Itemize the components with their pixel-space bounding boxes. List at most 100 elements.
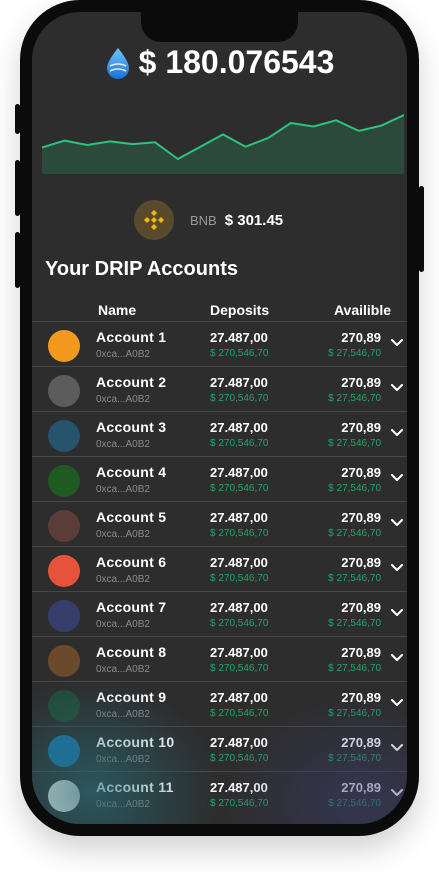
available-usd: $ 27,546,70 [328, 438, 381, 449]
accounts-list: Account 1 0xca...A0B2 27.487,00 $ 270,54… [32, 321, 407, 816]
available-value: 270,89 [341, 330, 381, 345]
account-address: 0xca...A0B2 [96, 709, 150, 720]
account-avatar [48, 375, 80, 407]
account-address: 0xca...A0B2 [96, 754, 150, 765]
chevron-down-icon[interactable] [391, 789, 403, 797]
available-value: 270,89 [341, 780, 381, 795]
deposit-value: 27.487,00 [210, 645, 268, 660]
deposit-usd: $ 270,546,70 [210, 708, 269, 719]
account-avatar [48, 780, 80, 812]
account-name: Account 11 [96, 779, 174, 795]
chevron-down-icon[interactable] [391, 609, 403, 617]
account-avatar [48, 555, 80, 587]
account-avatar [48, 330, 80, 362]
deposit-value: 27.487,00 [210, 330, 268, 345]
account-address: 0xca...A0B2 [96, 619, 150, 630]
account-row[interactable]: Account 4 0xca...A0B2 27.487,00 $ 270,54… [32, 456, 407, 501]
available-usd: $ 27,546,70 [328, 663, 381, 674]
available-value: 270,89 [341, 555, 381, 570]
account-address: 0xca...A0B2 [96, 799, 150, 810]
deposit-value: 27.487,00 [210, 420, 268, 435]
deposit-usd: $ 270,546,70 [210, 393, 269, 404]
deposit-value: 27.487,00 [210, 555, 268, 570]
phone-frame: $ 180.076543 BNB $ 301.45 Your DRIP Acco… [20, 0, 419, 836]
side-button [15, 104, 20, 134]
available-usd: $ 27,546,70 [328, 618, 381, 629]
available-usd: $ 27,546,70 [328, 708, 381, 719]
notch [141, 12, 298, 42]
available-value: 270,89 [341, 690, 381, 705]
balance-chart [42, 114, 404, 174]
deposit-usd: $ 270,546,70 [210, 483, 269, 494]
account-avatar [48, 690, 80, 722]
account-row[interactable]: Account 5 0xca...A0B2 27.487,00 $ 270,54… [32, 501, 407, 546]
deposit-usd: $ 270,546,70 [210, 573, 269, 584]
volume-up-button [15, 160, 20, 216]
account-avatar [48, 600, 80, 632]
chevron-down-icon[interactable] [391, 564, 403, 572]
chevron-down-icon[interactable] [391, 519, 403, 527]
deposit-value: 27.487,00 [210, 465, 268, 480]
account-address: 0xca...A0B2 [96, 664, 150, 675]
available-usd: $ 27,546,70 [328, 528, 381, 539]
available-value: 270,89 [341, 420, 381, 435]
account-row[interactable]: Account 9 0xca...A0B2 27.487,00 $ 270,54… [32, 681, 407, 726]
bnb-icon [134, 200, 174, 240]
chevron-down-icon[interactable] [391, 474, 403, 482]
account-name: Account 8 [96, 644, 167, 660]
available-value: 270,89 [341, 645, 381, 660]
account-row[interactable]: Account 1 0xca...A0B2 27.487,00 $ 270,54… [32, 321, 407, 366]
account-avatar [48, 465, 80, 497]
bnb-price-row: BNB $ 301.45 [134, 200, 283, 240]
chevron-down-icon[interactable] [391, 699, 403, 707]
available-value: 270,89 [341, 600, 381, 615]
available-usd: $ 27,546,70 [328, 393, 381, 404]
power-button [419, 186, 424, 272]
deposit-value: 27.487,00 [210, 375, 268, 390]
account-row[interactable]: Account 8 0xca...A0B2 27.487,00 $ 270,54… [32, 636, 407, 681]
account-row[interactable]: Account 6 0xca...A0B2 27.487,00 $ 270,54… [32, 546, 407, 591]
account-avatar [48, 510, 80, 542]
deposit-usd: $ 270,546,70 [210, 348, 269, 359]
account-name: Account 5 [96, 509, 167, 525]
deposit-usd: $ 270,546,70 [210, 438, 269, 449]
account-row[interactable]: Account 2 0xca...A0B2 27.487,00 $ 270,54… [32, 366, 407, 411]
available-usd: $ 27,546,70 [328, 753, 381, 764]
column-headers: Name Deposits Availible [32, 302, 407, 322]
account-avatar [48, 645, 80, 677]
app-screen: $ 180.076543 BNB $ 301.45 Your DRIP Acco… [32, 12, 407, 824]
account-address: 0xca...A0B2 [96, 484, 150, 495]
available-usd: $ 27,546,70 [328, 798, 381, 809]
available-value: 270,89 [341, 465, 381, 480]
account-row[interactable]: Account 11 0xca...A0B2 27.487,00 $ 270,5… [32, 771, 407, 816]
deposit-value: 27.487,00 [210, 735, 268, 750]
chevron-down-icon[interactable] [391, 429, 403, 437]
chevron-down-icon[interactable] [391, 654, 403, 662]
account-name: Account 3 [96, 419, 167, 435]
account-name: Account 9 [96, 689, 167, 705]
available-usd: $ 27,546,70 [328, 483, 381, 494]
account-avatar [48, 420, 80, 452]
deposit-value: 27.487,00 [210, 780, 268, 795]
account-row[interactable]: Account 10 0xca...A0B2 27.487,00 $ 270,5… [32, 726, 407, 771]
chevron-down-icon[interactable] [391, 384, 403, 392]
deposit-usd: $ 270,546,70 [210, 798, 269, 809]
account-address: 0xca...A0B2 [96, 529, 150, 540]
balance-amount: $ 180.076543 [138, 44, 335, 80]
deposit-value: 27.487,00 [210, 600, 268, 615]
bnb-label: BNB [190, 212, 217, 228]
account-row[interactable]: Account 3 0xca...A0B2 27.487,00 $ 270,54… [32, 411, 407, 456]
balance-header: $ 180.076543 [32, 44, 407, 81]
column-deposits: Deposits [210, 302, 270, 318]
account-address: 0xca...A0B2 [96, 439, 150, 450]
available-usd: $ 27,546,70 [328, 348, 381, 359]
column-name: Name [98, 302, 137, 318]
account-address: 0xca...A0B2 [96, 574, 150, 585]
available-value: 270,89 [341, 375, 381, 390]
bnb-price: $ 301.45 [224, 211, 284, 229]
account-row[interactable]: Account 7 0xca...A0B2 27.487,00 $ 270,54… [32, 591, 407, 636]
deposit-usd: $ 270,546,70 [210, 618, 269, 629]
chevron-down-icon[interactable] [391, 744, 403, 752]
chevron-down-icon[interactable] [391, 339, 403, 347]
deposit-usd: $ 270,546,70 [210, 753, 269, 764]
